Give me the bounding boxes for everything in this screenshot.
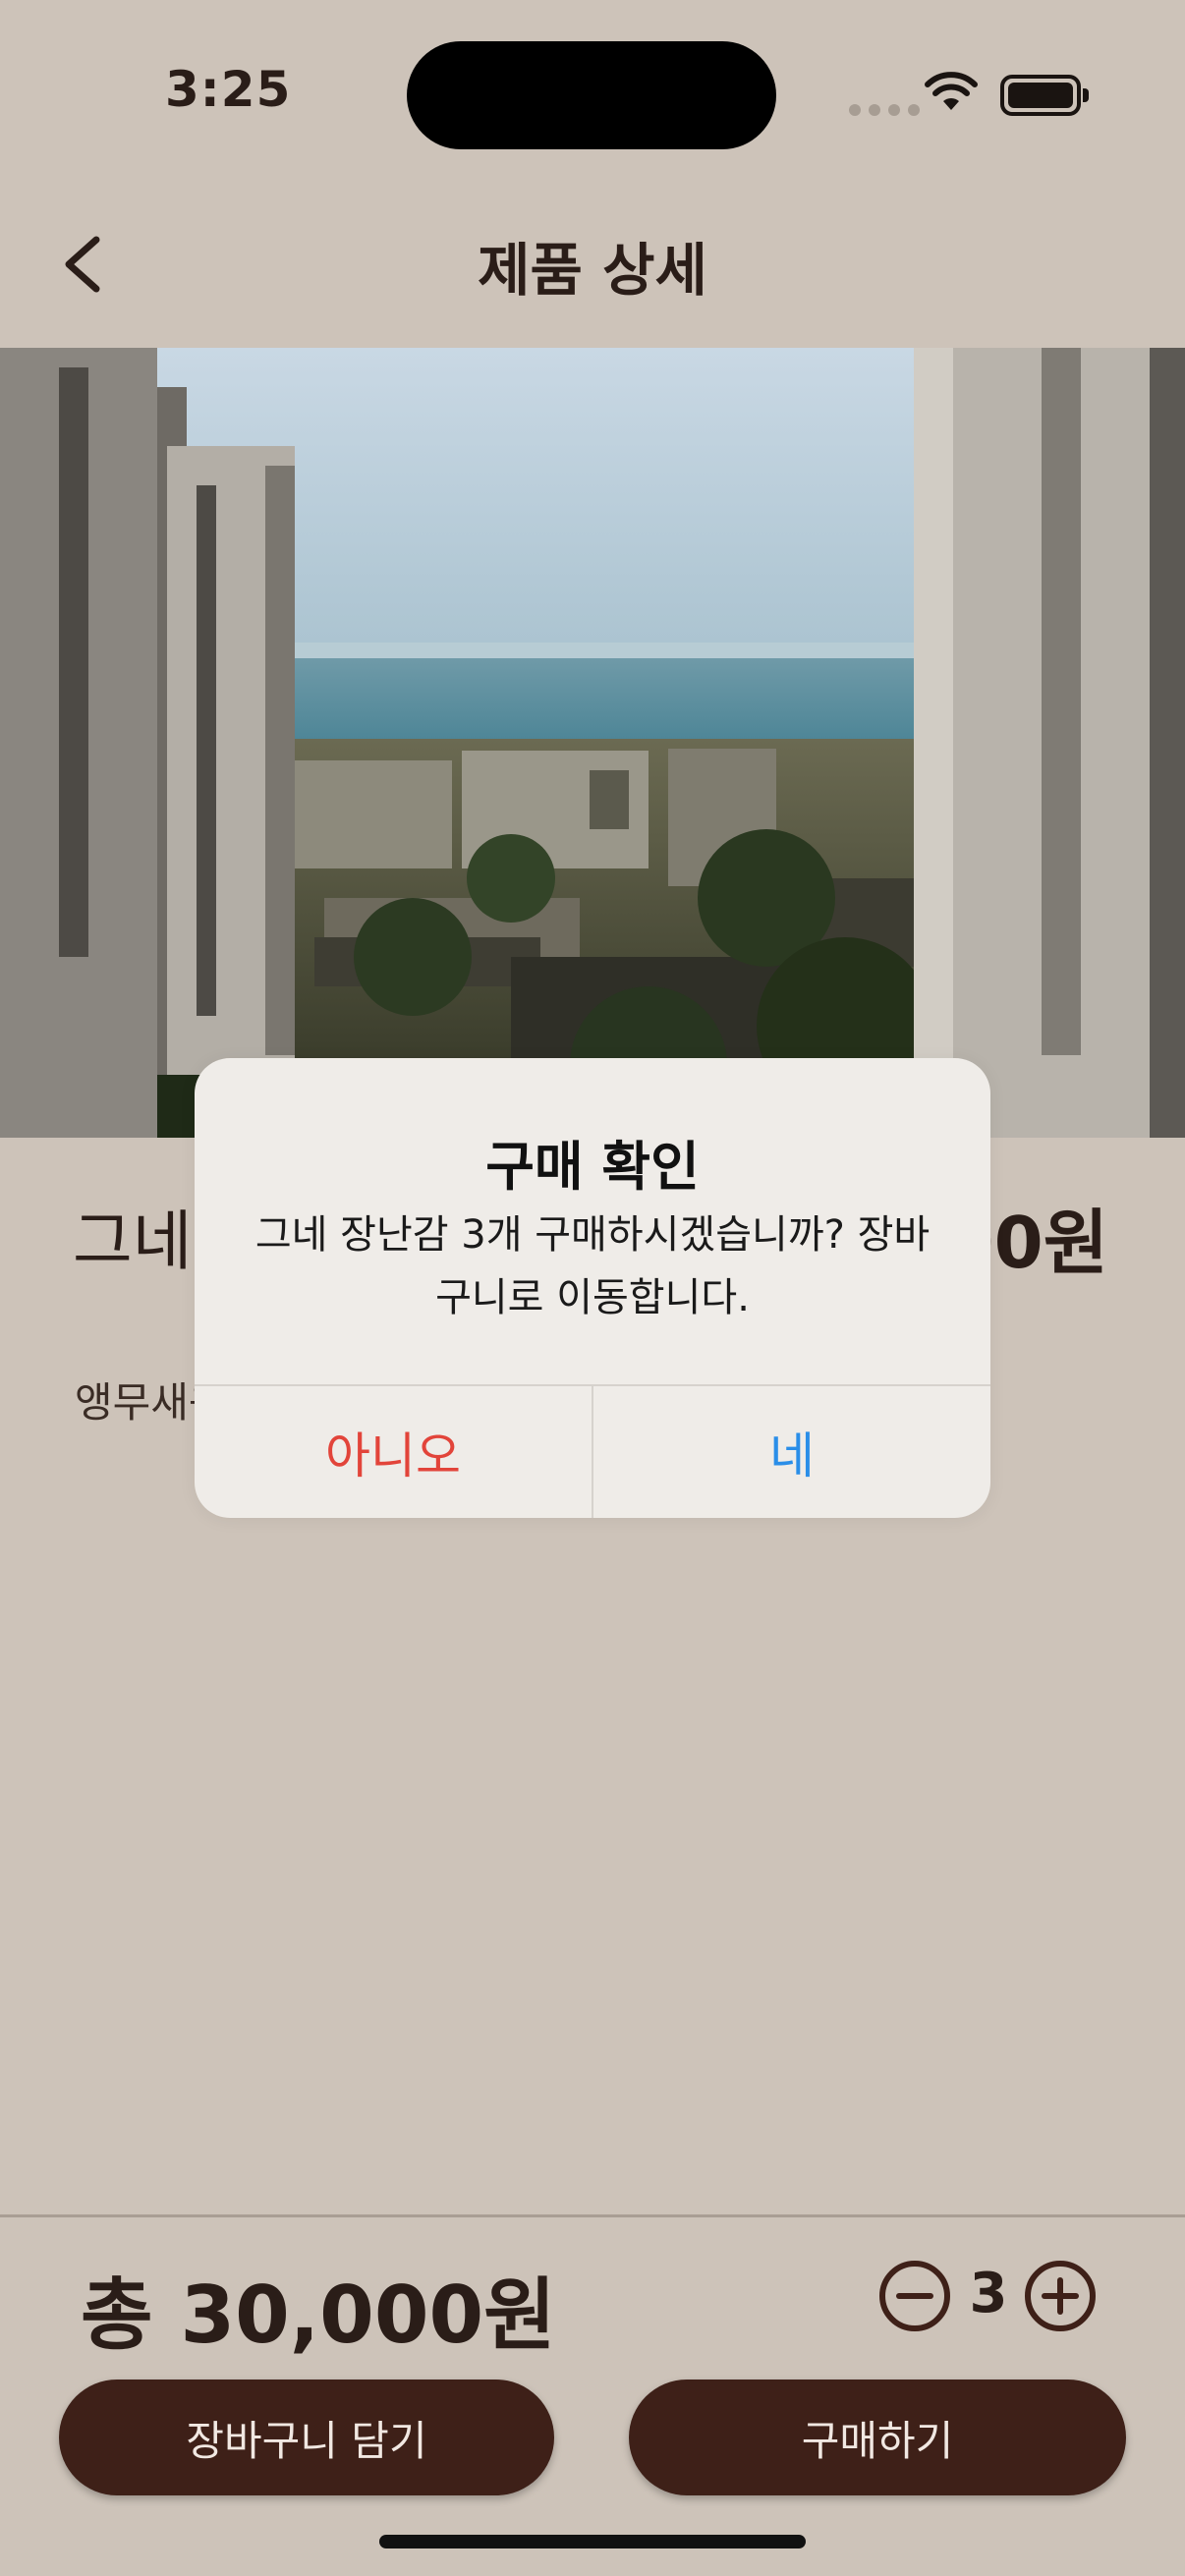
page-title: 제품 상세	[478, 237, 707, 304]
buy-button[interactable]: 구매하기	[629, 2380, 1126, 2495]
purchase-confirm-alert: 구매 확인 그네 장난감 3개 구매하시겠습니까? 장바구니로 이동합니다. 아…	[195, 1058, 990, 1518]
quantity-decrease-button[interactable]	[878, 2260, 951, 2332]
alert-title: 구매 확인	[485, 1136, 700, 1198]
total-price: 총 30,000원	[81, 2269, 556, 2361]
wifi-icon	[925, 72, 978, 110]
minus-circle-icon	[879, 2261, 950, 2331]
bottom-divider	[0, 2214, 1185, 2217]
add-to-cart-button[interactable]: 장바구니 담기	[59, 2380, 554, 2495]
home-indicator	[379, 2535, 806, 2548]
cellular-signal-icon	[849, 104, 920, 116]
quantity-increase-button[interactable]	[1024, 2260, 1097, 2332]
battery-icon	[1000, 75, 1089, 116]
product-image	[0, 348, 1185, 1138]
alert-no-button[interactable]: 아니오	[195, 1386, 592, 1518]
alert-yes-button[interactable]: 네	[593, 1386, 990, 1518]
plus-circle-icon	[1025, 2261, 1096, 2331]
dynamic-island	[407, 41, 776, 149]
alert-message: 그네 장난감 3개 구매하시겠습니까? 장바구니로 이동합니다.	[254, 1212, 931, 1320]
product-detail-screen: 3:25 제품 상세 그네 앵무새용 구매 확인 그네 장난감 3개 구매하시겠…	[0, 0, 1185, 2576]
status-time: 3:25	[165, 61, 292, 118]
quantity-value: 3	[969, 2262, 1008, 2325]
